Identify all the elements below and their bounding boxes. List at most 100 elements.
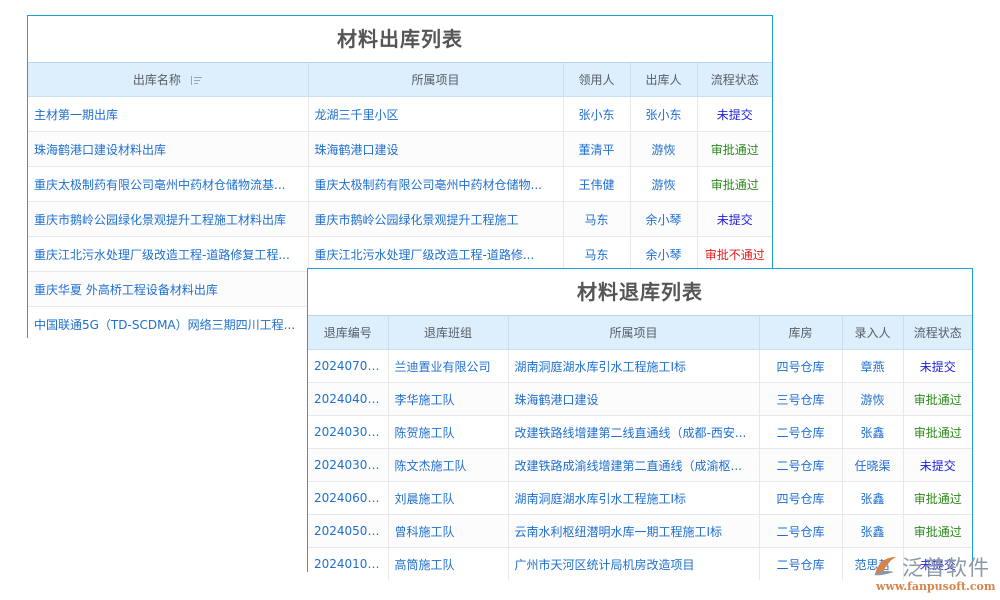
outbound-list-title: 材料出库列表	[28, 16, 772, 63]
issuer-cell: 游恢	[630, 166, 698, 202]
project-link[interactable]: 改建铁路成渝线增建第二直通线（成渝枢...	[508, 448, 760, 482]
return-code-link[interactable]: 2024030001	[308, 415, 389, 449]
column-header-receiver[interactable]: 领用人	[563, 63, 631, 97]
column-header-status[interactable]: 流程状态	[903, 316, 972, 350]
column-header-outbound-name[interactable]: 出库名称	[28, 63, 309, 97]
entered-by-cell: 张鑫	[842, 514, 904, 548]
return-code-link[interactable]: 2024010009	[308, 547, 389, 580]
team-link[interactable]: 高筒施工队	[388, 547, 509, 580]
project-link[interactable]: 改建铁路线增建第二线直通线（成都-西安...	[508, 415, 760, 449]
project-link[interactable]: 重庆太极制药有限公司亳州中药材仓储物...	[308, 166, 564, 202]
project-link[interactable]: 珠海鹤港口建设	[508, 382, 760, 416]
table-row[interactable]: 2024030003 陈文杰施工队 改建铁路成渝线增建第二直通线（成渝枢... 二号仓…	[308, 448, 972, 482]
column-header-project[interactable]: 所属项目	[508, 316, 760, 350]
entered-by-cell: 章燕	[842, 349, 904, 383]
column-header-project[interactable]: 所属项目	[308, 63, 564, 97]
entered-by-cell: 任晓渠	[842, 448, 904, 482]
team-link[interactable]: 陈文杰施工队	[388, 448, 509, 482]
returns-table: 退库编号 退库班组 所属项目 库房 录入人 流程状态 2024070001 兰迪置…	[308, 316, 972, 580]
warehouse-cell: 二号仓库	[759, 448, 843, 482]
return-code-link[interactable]: 2024060004	[308, 481, 389, 515]
receiver-cell: 张小东	[563, 96, 631, 132]
column-header-warehouse[interactable]: 库房	[759, 316, 843, 350]
warehouse-cell: 二号仓库	[759, 415, 843, 449]
team-link[interactable]: 刘晨施工队	[388, 481, 509, 515]
outbound-name-link[interactable]: 重庆江北污水处理厂级改造工程-道路修复工程...	[28, 236, 309, 272]
table-row[interactable]: 重庆市鹅岭公园绿化景观提升工程施工材料出库 重庆市鹅岭公园绿化景观提升工程施工 马东…	[28, 201, 772, 237]
table-row[interactable]: 2024070001 兰迪置业有限公司 湖南洞庭湖水库引水工程施工I标 四号仓库 章燕未…	[308, 349, 972, 383]
table-row[interactable]: 2024040003 李华施工队 珠海鹤港口建设 三号仓库 游恢 审批通过	[308, 382, 972, 416]
logo-url: www.fanpusoft.com	[876, 580, 996, 593]
issuer-cell: 余小琴	[630, 201, 698, 237]
project-link[interactable]: 湖南洞庭湖水库引水工程施工I标	[508, 481, 760, 515]
receiver-cell: 王伟健	[563, 166, 631, 202]
table-row[interactable]: 主材第一期出库 龙湖三千里小区 张小东 张小东 未提交	[28, 96, 772, 132]
project-link[interactable]: 湖南洞庭湖水库引水工程施工I标	[508, 349, 760, 383]
project-link[interactable]: 珠海鹤港口建设	[308, 131, 564, 167]
outbound-name-link[interactable]: 中国联通5G（TD-SCDMA）网络三期四川工程...	[28, 306, 309, 341]
outbound-name-link[interactable]: 重庆华夏 外高桥工程设备材料出库	[28, 271, 309, 307]
project-link[interactable]: 龙湖三千里小区	[308, 96, 564, 132]
returns-list-title: 材料退库列表	[308, 269, 972, 316]
status-badge: 未提交	[903, 448, 972, 482]
team-link[interactable]: 兰迪置业有限公司	[388, 349, 509, 383]
issuer-cell: 游恢	[630, 131, 698, 167]
logo-mark-icon	[874, 557, 896, 576]
column-header-team[interactable]: 退库班组	[388, 316, 509, 350]
column-header-entered-by[interactable]: 录入人	[842, 316, 904, 350]
receiver-cell: 马东	[563, 201, 631, 237]
column-header-issuer[interactable]: 出库人	[630, 63, 698, 97]
logo-name: 泛普软件	[902, 556, 990, 580]
receiver-cell: 马东	[563, 236, 631, 272]
table-row[interactable]: 珠海鹤港口建设材料出库 珠海鹤港口建设 董清平 游恢 审批通过	[28, 131, 772, 167]
column-header-status[interactable]: 流程状态	[697, 63, 772, 97]
status-badge: 审批通过	[903, 415, 972, 449]
column-header-label: 出库名称	[132, 73, 181, 87]
status-badge: 审批通过	[903, 382, 972, 416]
project-link[interactable]: 广州市天河区统计局机房改造项目	[508, 547, 760, 580]
team-link[interactable]: 陈贺施工队	[388, 415, 509, 449]
status-badge: 审批不通过	[697, 236, 772, 272]
return-code-link[interactable]: 2024050004	[308, 514, 389, 548]
entered-by-cell: 游恢	[842, 382, 904, 416]
entered-by-cell: 张鑫	[842, 481, 904, 515]
column-header-return-code[interactable]: 退库编号	[308, 316, 389, 350]
entered-by-cell: 张鑫	[842, 415, 904, 449]
sort-icon[interactable]	[190, 75, 203, 86]
table-row[interactable]: 2024050004 曾科施工队 云南水利枢纽潜明水库一期工程施工I标 二号仓库 张鑫审…	[308, 514, 972, 548]
outbound-name-link[interactable]: 重庆市鹅岭公园绿化景观提升工程施工材料出库	[28, 201, 309, 237]
table-row[interactable]: 重庆太极制药有限公司亳州中药材仓储物流基... 重庆太极制药有限公司亳州中药材仓储…	[28, 166, 772, 202]
receiver-cell: 董清平	[563, 131, 631, 167]
team-link[interactable]: 曾科施工队	[388, 514, 509, 548]
issuer-cell: 张小东	[630, 96, 698, 132]
outbound-name-link[interactable]: 主材第一期出库	[28, 96, 309, 132]
returns-header-row: 退库编号 退库班组 所属项目 库房 录入人 流程状态	[308, 316, 972, 350]
status-badge: 未提交	[903, 349, 972, 383]
warehouse-cell: 四号仓库	[759, 349, 843, 383]
return-code-link[interactable]: 2024040003	[308, 382, 389, 416]
table-row[interactable]: 重庆江北污水处理厂级改造工程-道路修复工程... 重庆江北污水处理厂级改造工程-道…	[28, 236, 772, 272]
status-badge: 审批通过	[903, 481, 972, 515]
outbound-header-row: 出库名称 所属项目 领用人 出库人 流程状态	[28, 63, 772, 97]
return-code-link[interactable]: 2024030003	[308, 448, 389, 482]
warehouse-cell: 二号仓库	[759, 514, 843, 548]
status-badge: 审批通过	[697, 166, 772, 202]
table-row[interactable]: 2024060004 刘晨施工队 湖南洞庭湖水库引水工程施工I标 四号仓库 张鑫 审批通过	[308, 481, 972, 515]
warehouse-cell: 四号仓库	[759, 481, 843, 515]
status-badge: 审批通过	[697, 131, 772, 167]
project-link[interactable]: 重庆江北污水处理厂级改造工程-道路修...	[308, 236, 564, 272]
fanpusoft-logo: 泛普软件 www.fanpusoft.com	[872, 552, 997, 597]
outbound-name-link[interactable]: 珠海鹤港口建设材料出库	[28, 131, 309, 167]
team-link[interactable]: 李华施工队	[388, 382, 509, 416]
warehouse-cell: 三号仓库	[759, 382, 843, 416]
status-badge: 审批通过	[903, 514, 972, 548]
project-link[interactable]: 云南水利枢纽潜明水库一期工程施工I标	[508, 514, 760, 548]
status-badge: 未提交	[697, 96, 772, 132]
issuer-cell: 余小琴	[630, 236, 698, 272]
table-row[interactable]: 2024030001 陈贺施工队 改建铁路线增建第二线直通线（成都-西安... 二号仓…	[308, 415, 972, 449]
return-code-link[interactable]: 2024070001	[308, 349, 389, 383]
status-badge: 未提交	[697, 201, 772, 237]
project-link[interactable]: 重庆市鹅岭公园绿化景观提升工程施工	[308, 201, 564, 237]
returns-list-panel: 材料退库列表 退库编号 退库班组 所属项目 库房 录入人 流程状态 202407…	[307, 268, 973, 580]
outbound-name-link[interactable]: 重庆太极制药有限公司亳州中药材仓储物流基...	[28, 166, 309, 202]
